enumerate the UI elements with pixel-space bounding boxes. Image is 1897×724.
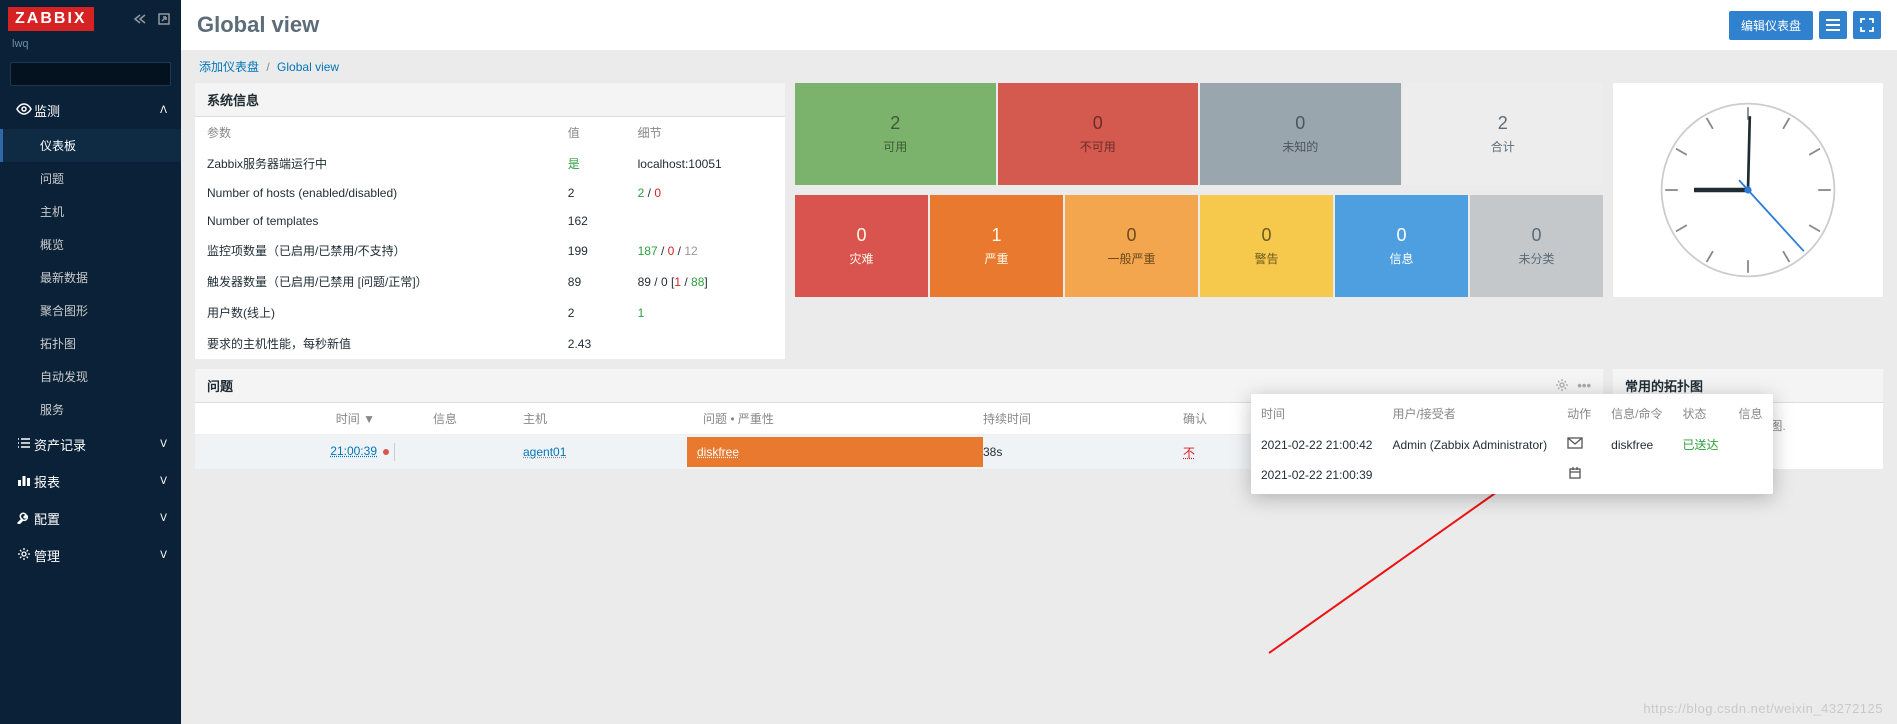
wrench-icon <box>14 510 34 527</box>
nav-item-聚合图形[interactable]: 聚合图形 <box>0 294 181 327</box>
col-details: 细节 <box>626 117 785 148</box>
more-icon[interactable]: ••• <box>1577 378 1591 393</box>
popup-col-msg: 信息/命令 <box>1601 398 1672 429</box>
gear-icon[interactable] <box>1555 378 1569 392</box>
nav-item-主机[interactable]: 主机 <box>0 195 181 228</box>
host-availability: 2可用0不可用0未知的2合计 <box>795 83 1603 185</box>
col-time[interactable]: 时间 ▼ <box>195 403 425 435</box>
tile-灾难[interactable]: 0灾难 <box>795 195 928 297</box>
tile-合计[interactable]: 2合计 <box>1403 83 1604 185</box>
search-input[interactable] <box>19 67 174 81</box>
clock-icon <box>1567 467 1583 479</box>
menu-button[interactable] <box>1819 11 1847 39</box>
header: Global view 编辑仪表盘 <box>181 0 1897 50</box>
nav-item-问题[interactable]: 问题 <box>0 162 181 195</box>
popup-col-actions: 动作 <box>1557 398 1601 429</box>
caret-icon: ᐱ <box>160 105 167 116</box>
sysinfo-row: Zabbix服务器端运行中是localhost:10051 <box>195 148 785 179</box>
nav-group-配置[interactable]: 配置ᐯ <box>0 500 181 537</box>
tile-信息[interactable]: 0信息 <box>1335 195 1468 297</box>
clock-icon <box>1658 100 1838 280</box>
col-host: 主机 <box>515 403 695 435</box>
watermark: https://blog.csdn.net/weixin_43272125 <box>1643 701 1883 716</box>
tile-一般严重[interactable]: 0一般严重 <box>1065 195 1198 297</box>
tile-警告[interactable]: 0警告 <box>1200 195 1333 297</box>
breadcrumb: 添加仪表盘 / Global view <box>181 50 1897 83</box>
sidebar-user: lwq <box>0 38 181 56</box>
caret-icon: ᐯ <box>160 439 167 450</box>
problem-time[interactable]: 21:00:39 <box>330 444 377 458</box>
expand-icon[interactable] <box>155 10 173 28</box>
sysinfo-row: Number of hosts (enabled/disabled)22 / 0 <box>195 179 785 207</box>
nav-group-报表[interactable]: 报表ᐯ <box>0 463 181 500</box>
problem-name[interactable]: diskfree <box>687 437 983 467</box>
tile-未分类[interactable]: 0未分类 <box>1470 195 1603 297</box>
popup-col-info: 信息 <box>1729 398 1773 429</box>
col-info: 信息 <box>425 403 515 435</box>
nav-item-概览[interactable]: 概览 <box>0 228 181 261</box>
tile-不可用[interactable]: 0不可用 <box>998 83 1199 185</box>
nav-group-监测[interactable]: 监测ᐱ <box>0 92 181 129</box>
problem-duration: 38s <box>975 435 1175 470</box>
nav-group-资产记录[interactable]: 资产记录ᐯ <box>0 426 181 463</box>
clock-panel <box>1613 83 1883 297</box>
mail-icon <box>1567 437 1583 449</box>
popup-col-time: 时间 <box>1251 398 1382 429</box>
nav-item-最新数据[interactable]: 最新数据 <box>0 261 181 294</box>
sidebar-top: ZABBIX <box>0 0 181 38</box>
nav-group-管理[interactable]: 管理ᐯ <box>0 537 181 574</box>
main: Global view 编辑仪表盘 添加仪表盘 / Global view 系统… <box>181 0 1897 724</box>
sysinfo-row: 监控项数量（已启用/已禁用/不支持）199187 / 0 / 12 <box>195 235 785 266</box>
caret-icon: ᐯ <box>160 550 167 561</box>
breadcrumb-current[interactable]: Global view <box>277 60 339 74</box>
edit-dashboard-button[interactable]: 编辑仪表盘 <box>1729 11 1813 40</box>
nav-item-仪表板[interactable]: 仪表板 <box>0 129 181 162</box>
nav-item-拓扑图[interactable]: 拓扑图 <box>0 327 181 360</box>
nav-item-自动发现[interactable]: 自动发现 <box>0 360 181 393</box>
system-info-panel: 系统信息 参数 值 细节 Zabbix服务器端运行中是localhost:100… <box>195 83 785 359</box>
page-title: Global view <box>197 12 319 38</box>
breadcrumb-link[interactable]: 添加仪表盘 <box>199 60 259 74</box>
sysinfo-row: 要求的主机性能，每秒新值2.43 <box>195 328 785 359</box>
col-problem: 问题 • 严重性 <box>695 403 975 435</box>
popup-row: 2021-02-22 21:00:39 <box>1251 460 1773 490</box>
sysinfo-row: Number of templates162 <box>195 207 785 235</box>
problems-by-severity: 0灾难1严重0一般严重0警告0信息0未分类 <box>795 195 1603 297</box>
nav-item-服务[interactable]: 服务 <box>0 393 181 426</box>
col-value: 值 <box>556 117 626 148</box>
panel-header: 系统信息 <box>195 83 785 117</box>
gear-icon <box>14 547 34 564</box>
panel-header: 问题 <box>207 376 233 395</box>
caret-icon: ᐯ <box>160 513 167 524</box>
search-box[interactable] <box>10 62 171 86</box>
problem-host[interactable]: agent01 <box>523 445 566 459</box>
tile-严重[interactable]: 1严重 <box>930 195 1063 297</box>
sidebar: ZABBIX lwq 监测ᐱ仪表板问题主机概览最新数据聚合图形拓扑图自动发现服务… <box>0 0 181 724</box>
action-popup: 时间 用户/接受者 动作 信息/命令 状态 信息 2021-02-22 21:0… <box>1251 394 1773 494</box>
popup-col-status: 状态 <box>1673 398 1729 429</box>
fullscreen-button[interactable] <box>1853 11 1881 39</box>
eye-icon <box>14 103 34 118</box>
collapse-icon[interactable] <box>131 10 149 28</box>
col-duration: 持续时间 <box>975 403 1175 435</box>
bar-icon <box>14 474 34 489</box>
list-icon <box>14 437 34 452</box>
sysinfo-row: 触发器数量（已启用/已禁用 [问题/正常]）8989 / 0 [1 / 88] <box>195 266 785 297</box>
col-param: 参数 <box>195 117 556 148</box>
tile-未知的[interactable]: 0未知的 <box>1200 83 1401 185</box>
sysinfo-row: 用户数(线上)21 <box>195 297 785 328</box>
tile-可用[interactable]: 2可用 <box>795 83 996 185</box>
popup-row: 2021-02-22 21:00:42Admin (Zabbix Adminis… <box>1251 429 1773 460</box>
popup-col-user: 用户/接受者 <box>1382 398 1557 429</box>
logo[interactable]: ZABBIX <box>8 7 94 31</box>
caret-icon: ᐯ <box>160 476 167 487</box>
problem-ack[interactable]: 不 <box>1183 446 1195 460</box>
